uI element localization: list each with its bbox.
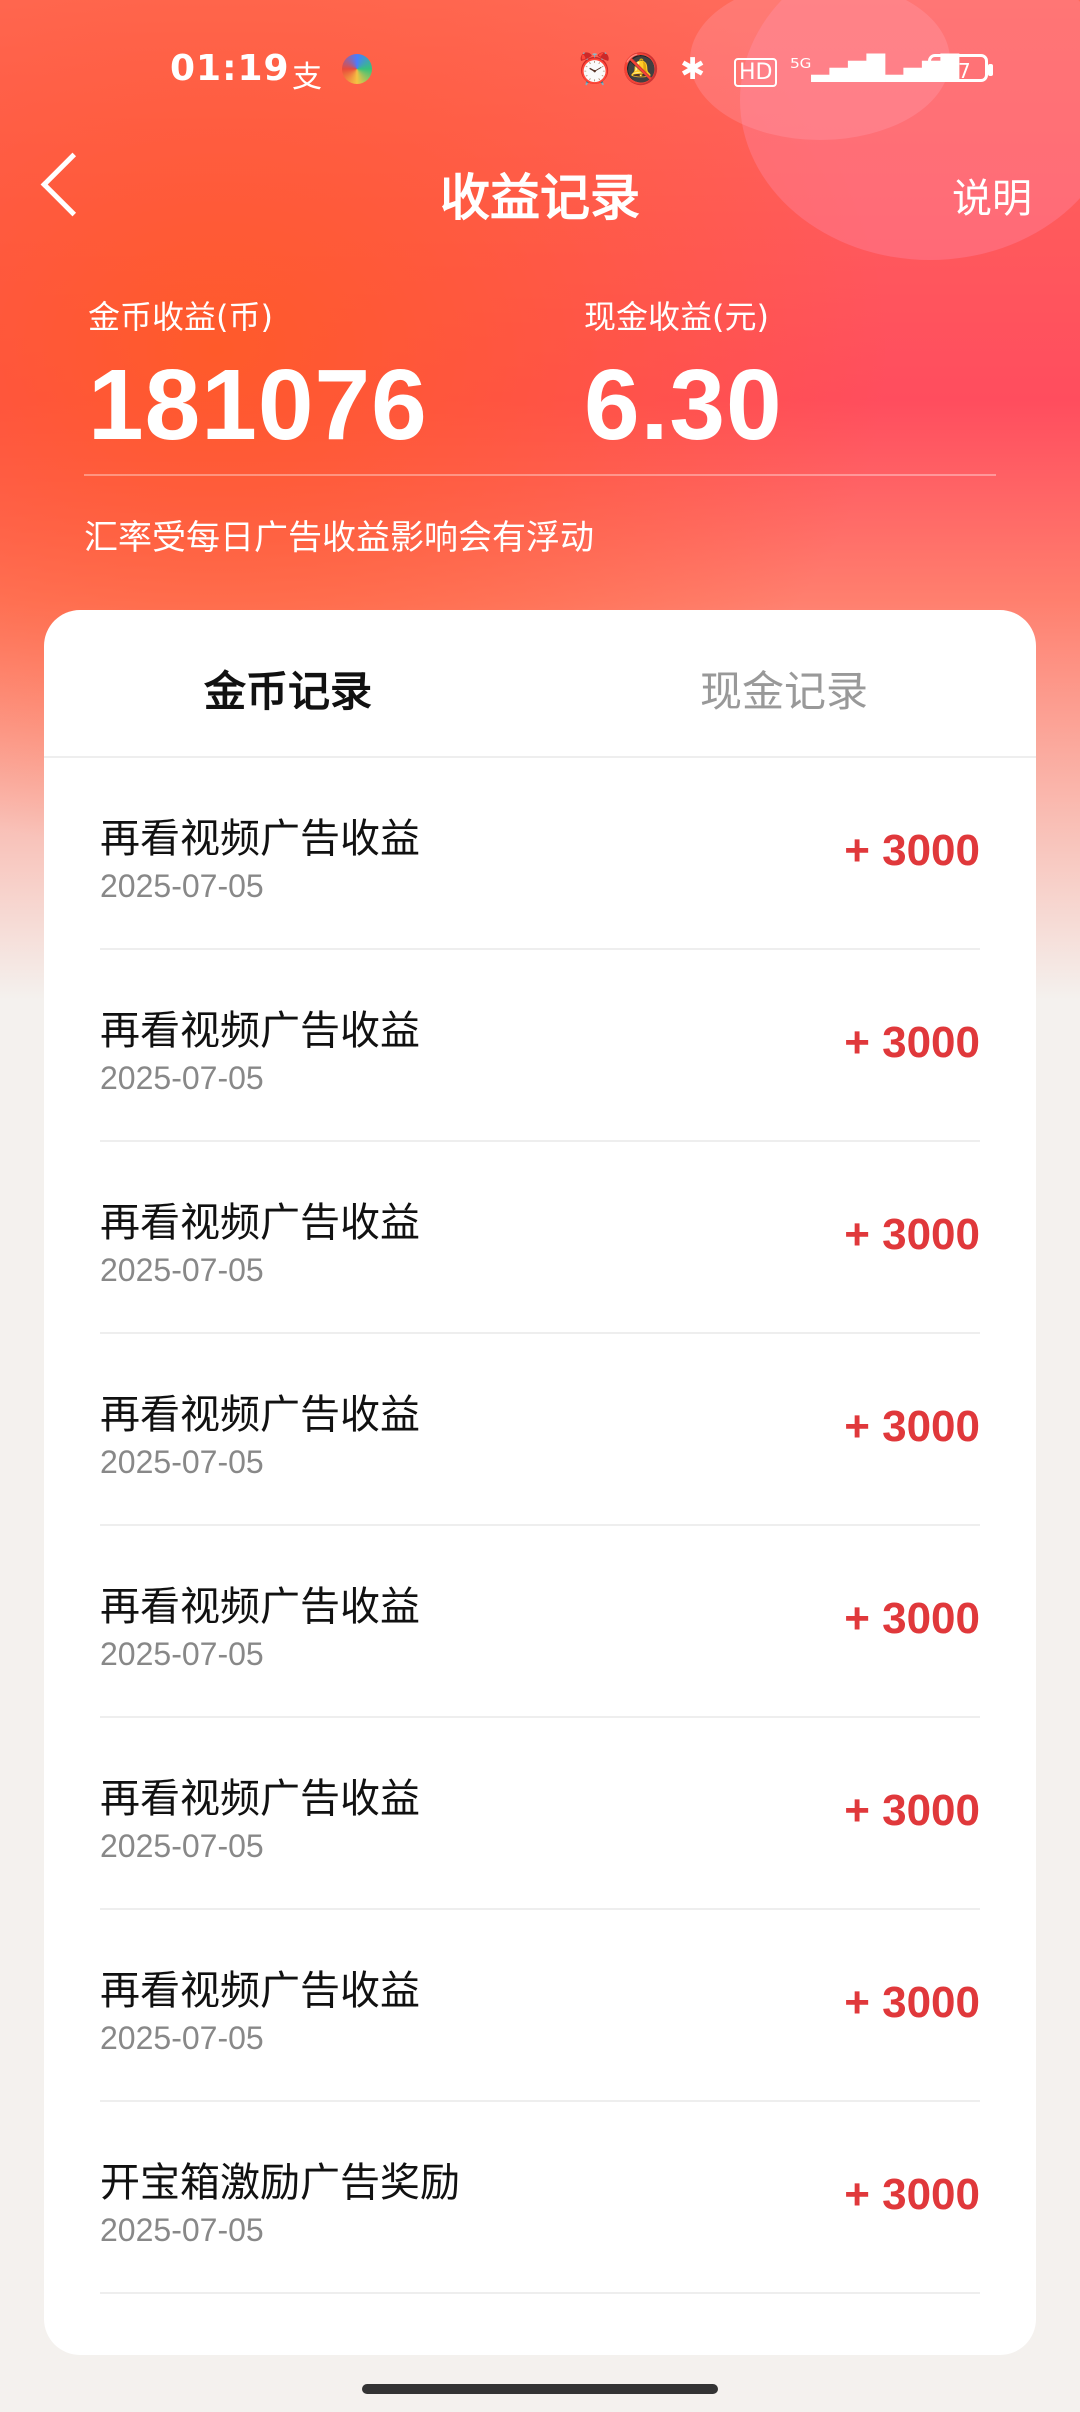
record-title: 再看视频广告收益 — [100, 1392, 420, 1438]
page-title: 收益记录 — [440, 169, 640, 227]
mute-icon: 🔕 — [622, 52, 660, 87]
record-date: 2025-07-05 — [100, 1828, 264, 1864]
record-amount: + 3000 — [844, 1210, 980, 1259]
record-amount: + 3000 — [844, 1402, 980, 1451]
list-item[interactable]: 再看视频广告收益 2025-07-05 + 3000 — [100, 1334, 980, 1526]
status-time: 01:19 — [170, 48, 290, 89]
record-title: 再看视频广告收益 — [100, 1584, 420, 1630]
alipay-icon: 支 — [292, 60, 322, 95]
help-button[interactable]: 说明 — [952, 166, 1032, 224]
list-item[interactable]: 再看视频广告收益 2025-07-05 + 3000 — [100, 1718, 980, 1910]
coins-label: 金币收益(币) — [88, 298, 273, 336]
record-date: 2025-07-05 — [100, 1636, 264, 1672]
record-date: 2025-07-05 — [100, 2020, 264, 2056]
record-date: 2025-07-05 — [100, 1252, 264, 1288]
top-nav: 收益记录 说明 — [0, 140, 1080, 240]
record-amount: + 3000 — [844, 1786, 980, 1835]
tab-cash-records[interactable]: 现金记录 — [700, 658, 868, 719]
cash-value: 6.30 — [584, 349, 783, 461]
status-bar: 01:19 支 ⏰ 🔕 ✱ HD ⁵ᴳ▂▄▆█ ⁴ᴳ▂▄▆█ 37 — [0, 0, 1080, 140]
battery-icon: 37 — [928, 54, 993, 83]
home-indicator[interactable] — [362, 2384, 718, 2394]
list-item[interactable]: 开宝箱激励广告奖励 2025-07-05 + 3000 — [100, 2102, 980, 2294]
list-item[interactable]: 再看视频广告收益 2025-07-05 + 3000 — [100, 950, 980, 1142]
list-item[interactable]: 再看视频广告收益 2025-07-05 + 3000 — [100, 758, 980, 950]
record-title: 再看视频广告收益 — [100, 1968, 420, 2014]
list-item[interactable]: 再看视频广告收益 2025-07-05 + 3000 — [100, 1910, 980, 2102]
record-tabs: 金币记录 现金记录 — [44, 610, 1036, 758]
record-amount: + 3000 — [844, 1978, 980, 2027]
list-item[interactable]: 再看视频广告收益 2025-07-05 + 3000 — [100, 1142, 980, 1334]
record-date: 2025-07-05 — [100, 1060, 264, 1096]
list-item[interactable]: 再看视频广告收益 2025-07-05 + 3000 — [100, 1526, 980, 1718]
record-amount: + 3000 — [844, 2170, 980, 2219]
record-title: 再看视频广告收益 — [100, 1008, 420, 1054]
exchange-rate-note: 汇率受每日广告收益影响会有浮动 — [84, 518, 594, 558]
bluetooth-icon: ✱ — [680, 52, 706, 87]
summary-divider — [84, 474, 996, 476]
tab-coin-records[interactable]: 金币记录 — [204, 658, 372, 719]
cash-label: 现金收益(元) — [584, 298, 769, 336]
record-date: 2025-07-05 — [100, 2212, 264, 2248]
record-title: 开宝箱激励广告奖励 — [100, 2160, 460, 2206]
record-date: 2025-07-05 — [100, 868, 264, 904]
record-amount: + 3000 — [844, 1018, 980, 1067]
cash-summary: 现金收益(元) 6.30 — [584, 292, 783, 463]
record-amount: + 3000 — [844, 1594, 980, 1643]
records-card: 金币记录 现金记录 再看视频广告收益 2025-07-05 + 3000 再看视… — [44, 610, 1036, 2355]
alarm-icon: ⏰ — [576, 52, 614, 87]
record-amount: + 3000 — [844, 826, 980, 875]
record-title: 再看视频广告收益 — [100, 1200, 420, 1246]
records-list: 再看视频广告收益 2025-07-05 + 3000 再看视频广告收益 2025… — [100, 758, 980, 2294]
colorful-app-icon — [342, 54, 372, 84]
coins-summary: 金币收益(币) 181076 — [88, 292, 428, 463]
record-date: 2025-07-05 — [100, 1444, 264, 1480]
coins-value: 181076 — [88, 349, 428, 461]
record-title: 再看视频广告收益 — [100, 816, 420, 862]
hd-icon: HD — [734, 58, 778, 87]
record-title: 再看视频广告收益 — [100, 1776, 420, 1822]
